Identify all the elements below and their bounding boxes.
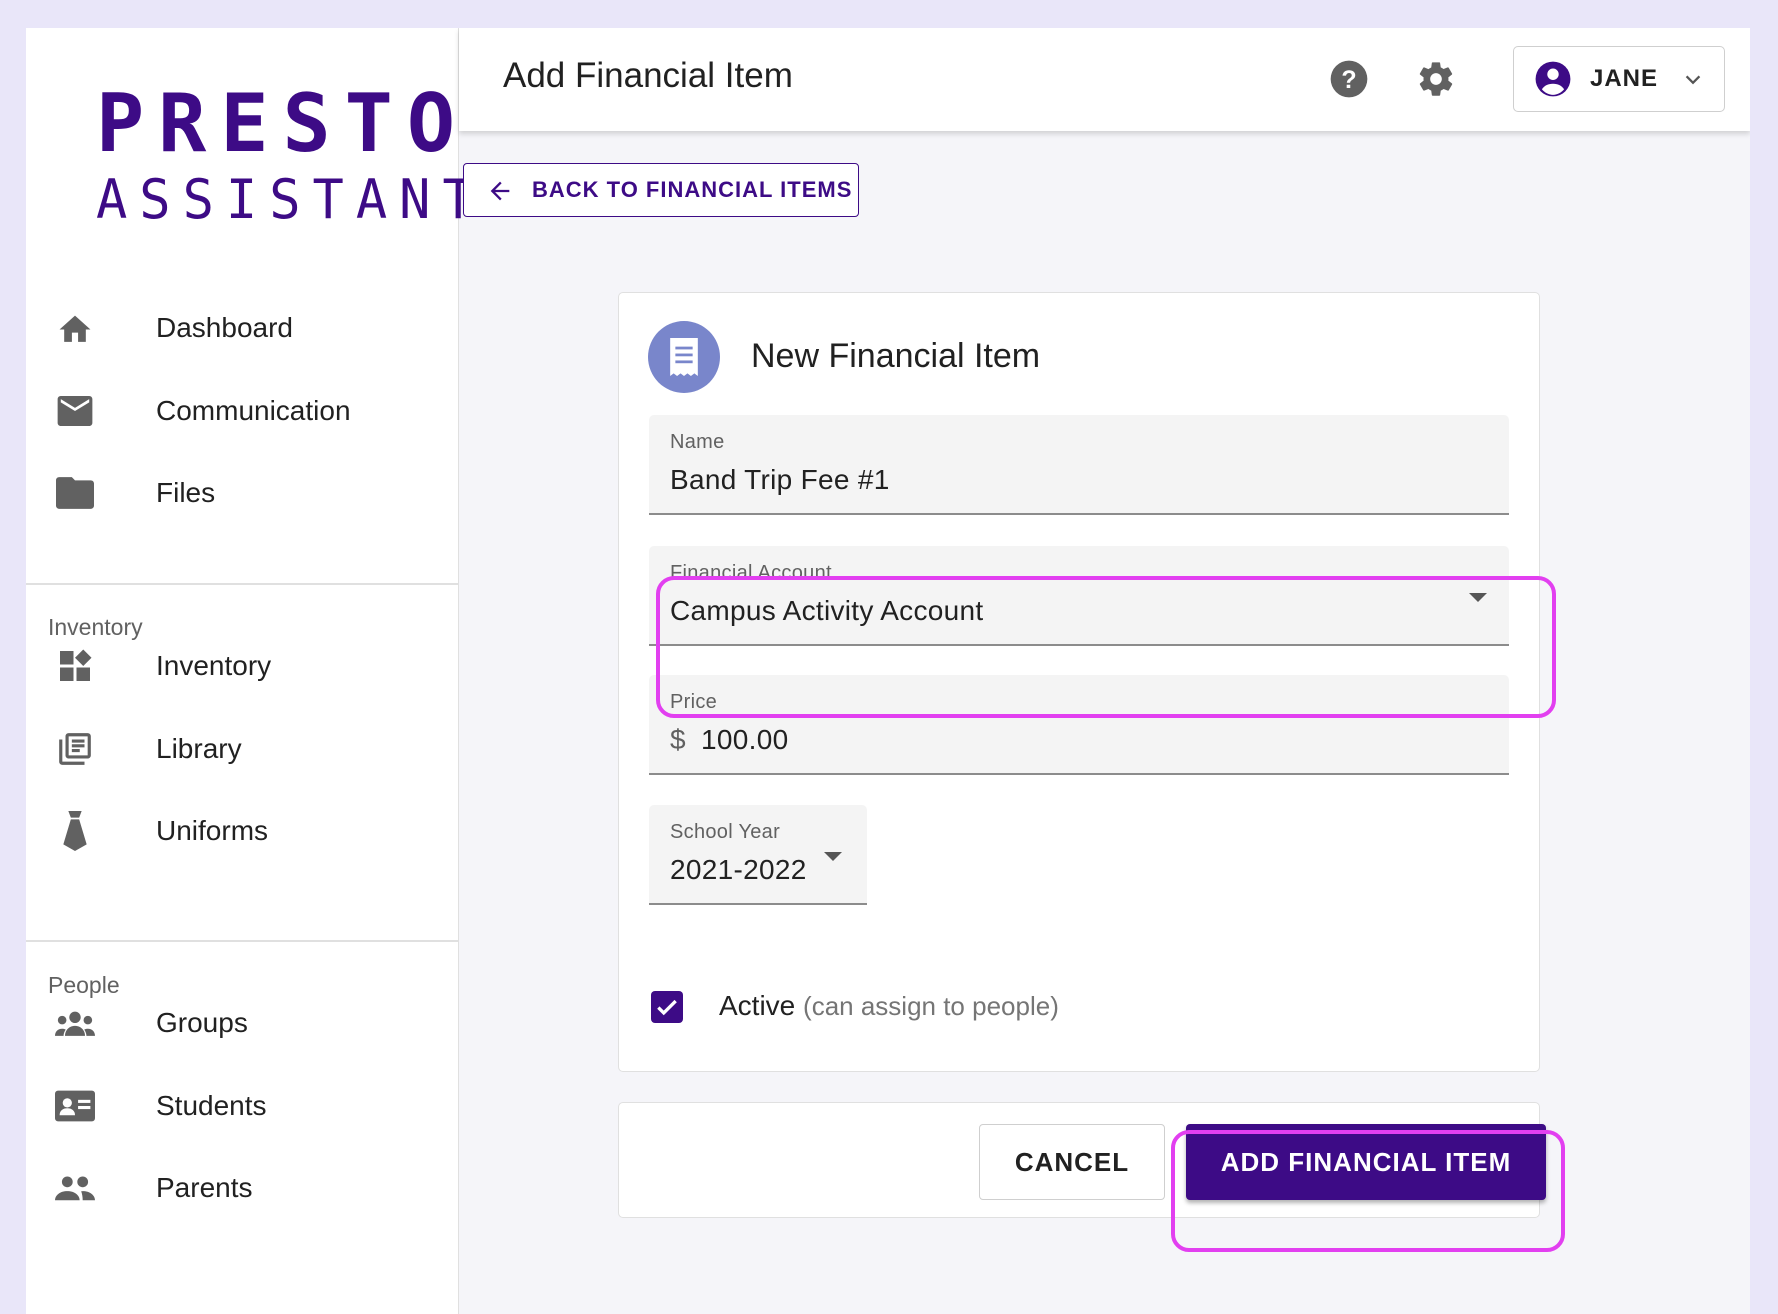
active-checkbox[interactable] — [651, 991, 683, 1023]
home-icon — [55, 308, 95, 348]
gear-icon[interactable] — [1413, 56, 1459, 102]
sidebar-item-label: Library — [156, 733, 242, 764]
groups-icon — [55, 1003, 95, 1043]
widgets-icon — [55, 646, 95, 686]
school-year-select[interactable]: School Year 2021-2022 — [649, 805, 867, 905]
sidebar-item-groups[interactable]: Groups — [26, 983, 459, 1063]
price-field[interactable]: Price $ 100.00 — [649, 675, 1509, 775]
sidebar-item-inventory[interactable]: Inventory — [26, 626, 459, 706]
top-app-bar: Add Financial Item ? JANE — [459, 28, 1750, 131]
card-title: New Financial Item — [751, 337, 1041, 375]
receipt-icon — [670, 338, 698, 376]
school-year-value: 2021-2022 — [670, 854, 807, 885]
receipt-avatar — [648, 321, 720, 393]
svg-text:?: ? — [1341, 66, 1356, 94]
cancel-button[interactable]: CANCEL — [979, 1124, 1165, 1200]
sidebar-item-parents[interactable]: Parents — [26, 1148, 459, 1228]
account-circle-icon — [1534, 60, 1572, 103]
sidebar: PRESTO ASSISTANT Dashboard Communication… — [26, 28, 486, 1314]
sidebar-item-files[interactable]: Files — [26, 453, 459, 533]
sidebar-item-label: Uniforms — [156, 815, 269, 846]
presto-logo[interactable]: PRESTO ASSISTANT — [96, 77, 486, 232]
sidebar-item-label: Parents — [156, 1172, 253, 1203]
sidebar-item-label: Files — [156, 477, 216, 508]
library-icon — [55, 729, 95, 769]
back-button-label: BACK TO FINANCIAL ITEMS — [532, 177, 853, 202]
name-field-label: Name — [670, 431, 725, 453]
sidebar-divider — [26, 583, 459, 585]
chevron-down-icon — [1682, 69, 1704, 96]
add-financial-item-button[interactable]: ADD FINANCIAL ITEM — [1186, 1124, 1546, 1200]
help-icon[interactable]: ? — [1326, 56, 1372, 102]
sidebar-item-label: Inventory — [156, 650, 272, 681]
price-field-value[interactable]: 100.00 — [701, 724, 788, 756]
page-title: Add Financial Item — [503, 56, 793, 95]
new-financial-item-card: New Financial Item Name Band Trip Fee #1… — [618, 292, 1540, 1072]
active-checkbox-label: Active (can assign to people) — [719, 990, 1059, 1022]
financial-account-value: Campus Activity Account — [670, 595, 984, 626]
price-prefix: $ — [670, 724, 686, 755]
back-to-financial-items-button[interactable]: BACK TO FINANCIAL ITEMS — [463, 163, 859, 217]
financial-account-label: Financial Account — [670, 562, 832, 584]
id-card-icon — [55, 1086, 95, 1126]
sidebar-item-students[interactable]: Students — [26, 1066, 459, 1146]
sidebar-item-library[interactable]: Library — [26, 709, 459, 789]
active-label-text: Active — [719, 990, 796, 1021]
sidebar-item-uniforms[interactable]: Uniforms — [26, 791, 459, 871]
sidebar-divider — [26, 940, 459, 942]
dropdown-arrow-icon — [1469, 593, 1487, 602]
logo-bottom-text: ASSISTANT — [96, 168, 486, 232]
tie-icon — [55, 811, 95, 851]
price-field-label: Price — [670, 691, 718, 713]
user-name: JANE — [1590, 65, 1659, 92]
logo-top-text: PRESTO — [96, 77, 469, 170]
sidebar-item-communication[interactable]: Communication — [26, 371, 459, 451]
financial-account-select[interactable]: Financial Account Campus Activity Accoun… — [649, 546, 1509, 646]
mail-icon — [55, 391, 95, 431]
name-field-value[interactable]: Band Trip Fee #1 — [670, 464, 890, 496]
sidebar-item-label: Communication — [156, 395, 351, 426]
arrow-left-icon — [486, 177, 514, 210]
name-field[interactable]: Name Band Trip Fee #1 — [649, 415, 1509, 515]
sidebar-item-label: Groups — [156, 1007, 248, 1038]
sidebar-item-dashboard[interactable]: Dashboard — [26, 288, 459, 368]
active-hint-text: (can assign to people) — [803, 991, 1059, 1021]
check-icon — [657, 999, 677, 1016]
school-year-label: School Year — [670, 821, 781, 843]
folder-icon — [55, 473, 95, 513]
sidebar-item-label: Students — [156, 1090, 267, 1121]
user-menu-button[interactable]: JANE — [1513, 46, 1725, 112]
dropdown-arrow-icon — [824, 852, 842, 861]
people-icon — [55, 1168, 95, 1208]
sidebar-item-label: Dashboard — [156, 312, 293, 343]
